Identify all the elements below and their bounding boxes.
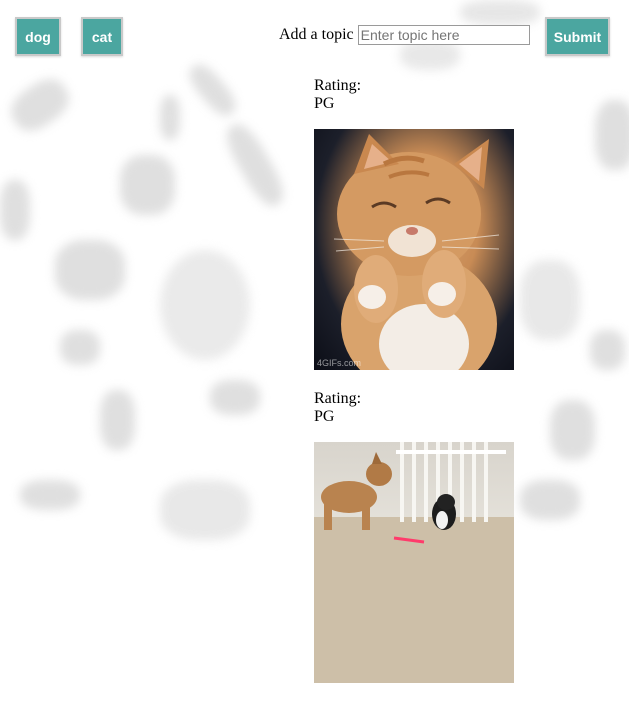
gif-card: Rating: PG xyxy=(314,77,514,370)
gif-results: Rating: PG 4GIFs.com Rating: PG xyxy=(314,77,514,703)
rating: Rating: PG xyxy=(314,390,514,426)
gif-card: Rating: PG xyxy=(314,390,514,683)
add-topic-form: Add a topic xyxy=(279,25,530,45)
rating-value: PG xyxy=(314,408,335,425)
rating-label: Rating: xyxy=(314,77,362,94)
topic-button-label: dog xyxy=(25,28,51,45)
cat-gif[interactable]: 4GIFs.com xyxy=(314,129,514,370)
submit-button-label: Submit xyxy=(553,28,602,45)
dog-cat-gif-illustration xyxy=(314,442,514,683)
gif-watermark: 4GIFs.com xyxy=(317,358,362,368)
add-topic-label: Add a topic xyxy=(279,26,354,43)
dog-cat-gif[interactable] xyxy=(314,442,514,683)
rating: Rating: PG xyxy=(314,77,514,113)
submit-button[interactable]: Submit xyxy=(545,17,610,56)
topic-button-label: cat xyxy=(91,28,113,45)
rating-value: PG xyxy=(314,95,335,112)
cat-gif-illustration xyxy=(333,134,500,370)
topic-button-cat[interactable]: cat xyxy=(81,17,123,56)
topic-input[interactable] xyxy=(357,25,530,45)
topic-button-dog[interactable]: dog xyxy=(15,17,61,56)
rating-label: Rating: xyxy=(314,390,362,407)
